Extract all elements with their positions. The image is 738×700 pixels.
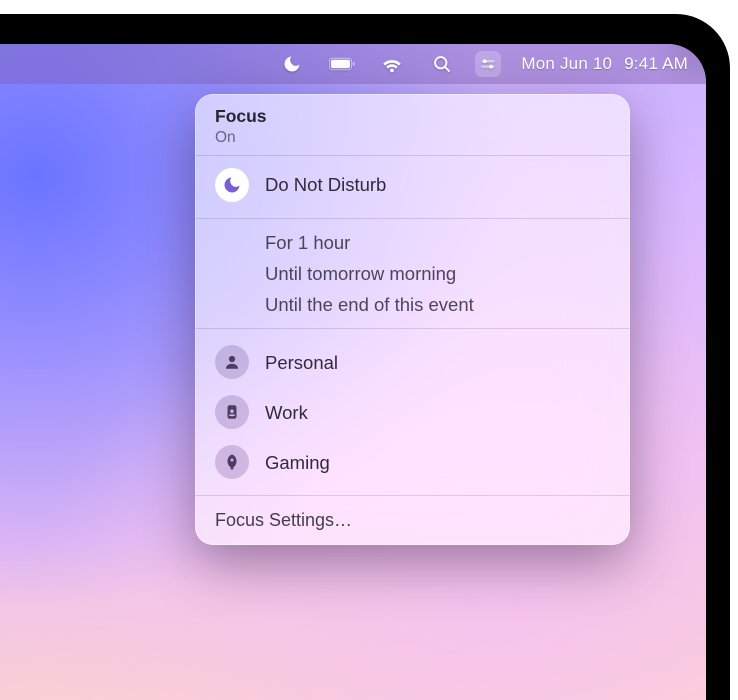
moon-icon	[215, 168, 249, 202]
duration-options: For 1 hour Until tomorrow morning Until …	[195, 223, 630, 324]
menubar: Mon Jun 10 9:41 AM	[0, 44, 706, 84]
battery-icon[interactable]	[329, 51, 355, 77]
search-icon[interactable]	[429, 51, 455, 77]
menubar-time: 9:41 AM	[624, 54, 688, 74]
badge-icon	[215, 395, 249, 429]
rocket-icon	[215, 445, 249, 479]
mode-gaming[interactable]: Gaming	[195, 437, 630, 487]
mode-label: Do Not Disturb	[265, 173, 386, 196]
focus-modes-list: Personal Work Gaming	[195, 333, 630, 491]
menubar-datetime[interactable]: Mon Jun 10 9:41 AM	[521, 54, 688, 74]
mode-personal[interactable]: Personal	[195, 337, 630, 387]
moon-icon[interactable]	[279, 51, 305, 77]
focus-panel: Focus On Do Not Disturb For 1 hour Until…	[195, 94, 630, 545]
divider	[195, 218, 630, 219]
wifi-icon[interactable]	[379, 51, 405, 77]
divider	[195, 328, 630, 329]
panel-status: On	[215, 129, 610, 147]
control-center-icon[interactable]	[475, 51, 501, 77]
menubar-date: Mon Jun 10	[521, 54, 612, 74]
mode-do-not-disturb[interactable]: Do Not Disturb	[195, 160, 630, 210]
person-icon	[215, 345, 249, 379]
mode-work[interactable]: Work	[195, 387, 630, 437]
focus-settings-link[interactable]: Focus Settings…	[195, 500, 630, 537]
duration-end-of-event[interactable]: Until the end of this event	[195, 289, 630, 320]
panel-title: Focus	[215, 106, 610, 127]
duration-tomorrow-morning[interactable]: Until tomorrow morning	[195, 258, 630, 289]
divider	[195, 495, 630, 496]
focus-panel-header: Focus On	[195, 94, 630, 156]
duration-1-hour[interactable]: For 1 hour	[195, 227, 630, 258]
